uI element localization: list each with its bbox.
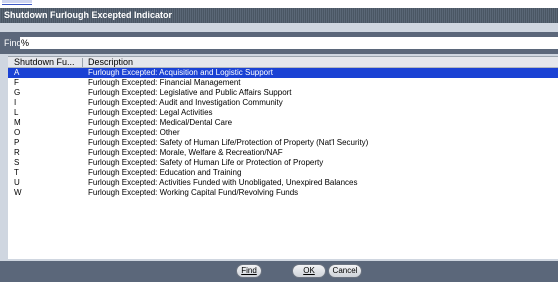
row-description: Furlough Excepted: Education and Trainin… xyxy=(88,168,242,177)
row-description: Furlough Excepted: Financial Management xyxy=(88,78,241,87)
ok-button-label: OK xyxy=(303,266,315,275)
row-description: Furlough Excepted: Legislative and Publi… xyxy=(88,88,292,97)
list-row[interactable]: R Furlough Excepted: Morale, Welfare & Re… xyxy=(8,148,558,158)
list-row[interactable]: I Furlough Excepted: Audit and Investigat… xyxy=(8,98,558,108)
row-description: Furlough Excepted: Other xyxy=(88,128,180,137)
row-description: Furlough Excepted: Medical/Dental Care xyxy=(88,118,233,127)
list-row[interactable]: A Furlough Excepted: Acquisition and Logi… xyxy=(8,68,558,78)
row-code: P xyxy=(14,138,20,147)
list-row[interactable]: F Furlough Excepted: Financial Management xyxy=(8,78,558,88)
row-description: Furlough Excepted: Safety of Human Life/… xyxy=(88,138,369,147)
row-code: R xyxy=(14,148,20,157)
dialog-title: Shutdown Furlough Excepted Indicator xyxy=(0,8,558,23)
row-code: S xyxy=(14,158,20,167)
row-description: Furlough Excepted: Audit and Investigati… xyxy=(88,98,283,107)
find-button-label: Find xyxy=(241,266,257,275)
row-code: O xyxy=(14,128,21,137)
background-link xyxy=(2,0,32,5)
row-description: Furlough Excepted: Activities Funded wit… xyxy=(88,178,358,187)
column-header-description[interactable]: Description xyxy=(88,57,133,68)
list-row[interactable]: S Furlough Excepted: Safety of Human Life… xyxy=(8,158,558,168)
find-row: Find xyxy=(0,32,558,54)
row-code: M xyxy=(14,118,21,127)
results-list: Shutdown Fu... Description A Furlough Exc… xyxy=(8,56,558,259)
row-code: A xyxy=(14,68,20,77)
ok-button[interactable]: OK xyxy=(292,264,326,278)
list-header: Shutdown Fu... Description xyxy=(8,57,558,68)
row-code: I xyxy=(14,98,17,107)
row-description: Furlough Excepted: Working Capital Fund/… xyxy=(88,188,299,197)
list-row[interactable]: O Furlough Excepted: Other xyxy=(8,128,558,138)
list-row[interactable]: G Furlough Excepted: Legislative and Publ… xyxy=(8,88,558,98)
list-rows: A Furlough Excepted: Acquisition and Logi… xyxy=(8,68,558,198)
row-description: Furlough Excepted: Legal Activities xyxy=(88,108,213,117)
column-header-code[interactable]: Shutdown Fu... xyxy=(14,57,75,68)
row-code: U xyxy=(14,178,20,187)
list-row[interactable]: W Furlough Excepted: Working Capital Fund… xyxy=(8,188,558,198)
top-strip xyxy=(0,0,558,8)
find-button[interactable]: Find xyxy=(236,264,262,278)
row-description: Furlough Excepted: Safety of Human Life … xyxy=(88,158,324,167)
list-row[interactable]: P Furlough Excepted: Safety of Human Life… xyxy=(8,138,558,148)
row-code: G xyxy=(14,88,21,97)
row-code: W xyxy=(14,188,22,197)
cancel-button[interactable]: Cancel xyxy=(328,264,362,278)
cancel-button-label: Cancel xyxy=(332,266,358,275)
column-divider[interactable] xyxy=(82,58,83,67)
list-row[interactable]: T Furlough Excepted: Education and Traini… xyxy=(8,168,558,178)
button-bar: Find OK Cancel xyxy=(0,261,558,282)
find-input[interactable] xyxy=(20,37,558,49)
row-code: T xyxy=(14,168,19,177)
row-code: L xyxy=(14,108,19,117)
list-row[interactable]: L Furlough Excepted: Legal Activities xyxy=(8,108,558,118)
row-description: Furlough Excepted: Acquisition and Logis… xyxy=(88,68,274,77)
list-row[interactable]: M Furlough Excepted: Medical/Dental Care xyxy=(8,118,558,128)
find-label: Find xyxy=(4,38,22,48)
list-row[interactable]: U Furlough Excepted: Activities Funded wi… xyxy=(8,178,558,188)
row-code: F xyxy=(14,78,19,87)
row-description: Furlough Excepted: Morale, Welfare & Rec… xyxy=(88,148,283,157)
lov-dialog: Shutdown Furlough Excepted Indicator Fin… xyxy=(0,8,558,282)
